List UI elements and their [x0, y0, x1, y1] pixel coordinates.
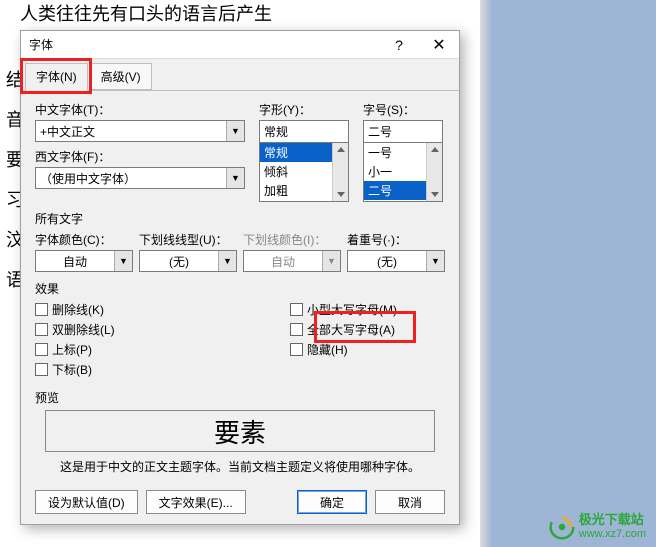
dialog-titlebar: 字体 ? ✕	[21, 31, 459, 59]
font-color-label: 字体颜色(C)：	[35, 231, 133, 248]
tab-advanced[interactable]: 高级(V)	[90, 63, 152, 90]
all-text-label: 所有文字	[35, 210, 445, 227]
scrollbar[interactable]	[426, 143, 442, 201]
checkbox-strikethrough[interactable]: 删除线(K)	[35, 301, 190, 318]
preview-label: 预览	[35, 389, 445, 406]
cancel-button[interactable]: 取消	[375, 490, 445, 514]
font-color-combo[interactable]: 自动 ▼	[35, 250, 133, 272]
font-size-listbox[interactable]: 一号 小一 二号	[363, 142, 443, 202]
font-style-listbox[interactable]: 常规 倾斜 加粗	[259, 142, 349, 202]
emphasis-mark-label: 着重号(·)：	[347, 231, 445, 248]
dialog-tabs: 字体(N) 高级(V)	[21, 59, 459, 91]
chinese-font-combo[interactable]: +中文正文 ▼	[35, 120, 245, 142]
underline-color-combo: 自动 ▼	[243, 250, 341, 272]
chevron-down-icon[interactable]: ▼	[426, 251, 444, 271]
ok-button[interactable]: 确定	[297, 490, 367, 514]
chevron-down-icon[interactable]: ▼	[226, 121, 244, 141]
preview-description: 这是用于中文的正文主题字体。当前文档主题定义将使用哪种字体。	[35, 458, 445, 475]
watermark-url: www.xz7.com	[579, 527, 646, 541]
help-button[interactable]: ?	[379, 31, 419, 59]
font-style-input[interactable]: 常规	[259, 120, 349, 142]
underline-style-combo[interactable]: (无) ▼	[139, 250, 237, 272]
font-style-label: 字形(Y)：	[259, 101, 349, 118]
chevron-down-icon[interactable]: ▼	[114, 251, 132, 271]
watermark-name: 极光下载站	[579, 513, 646, 527]
chevron-down-icon[interactable]: ▼	[226, 168, 244, 188]
watermark: 极光下载站 www.xz7.com	[549, 513, 646, 541]
checkbox-subscript[interactable]: 下标(B)	[35, 361, 190, 378]
font-size-label: 字号(S)：	[363, 101, 443, 118]
logo-icon	[549, 514, 575, 540]
chevron-down-icon[interactable]: ▼	[218, 251, 236, 271]
tab-font[interactable]: 字体(N)	[25, 63, 88, 91]
underline-style-label: 下划线线型(U)：	[139, 231, 237, 248]
font-size-input[interactable]: 二号	[363, 120, 443, 142]
chevron-down-icon: ▼	[322, 251, 340, 271]
chinese-font-label: 中文字体(T)：	[35, 101, 245, 118]
page-margin-area	[480, 0, 656, 547]
checkbox-double-strikethrough[interactable]: 双删除线(L)	[35, 321, 190, 338]
text-effects-button[interactable]: 文字效果(E)...	[146, 490, 246, 514]
latin-font-combo[interactable]: （使用中文字体） ▼	[35, 167, 245, 189]
close-button[interactable]: ✕	[419, 31, 459, 59]
underline-color-label: 下划线颜色(I)：	[243, 231, 341, 248]
checkbox-all-caps[interactable]: 全部大写字母(A)	[290, 321, 445, 338]
checkbox-superscript[interactable]: 上标(P)	[35, 341, 190, 358]
dialog-title: 字体	[29, 36, 379, 53]
effects-label: 效果	[35, 280, 445, 297]
scrollbar[interactable]	[332, 143, 348, 201]
checkbox-small-caps[interactable]: 小型大写字母(M)	[290, 301, 445, 318]
font-dialog: 字体 ? ✕ 字体(N) 高级(V) 中文字体(T)： +中文正文 ▼ 西文字体…	[20, 30, 460, 525]
preview-box: 要素	[45, 410, 435, 452]
checkbox-hidden[interactable]: 隐藏(H)	[290, 341, 445, 358]
emphasis-mark-combo[interactable]: (无) ▼	[347, 250, 445, 272]
set-default-button[interactable]: 设为默认值(D)	[35, 490, 138, 514]
latin-font-label: 西文字体(F)：	[35, 148, 245, 165]
